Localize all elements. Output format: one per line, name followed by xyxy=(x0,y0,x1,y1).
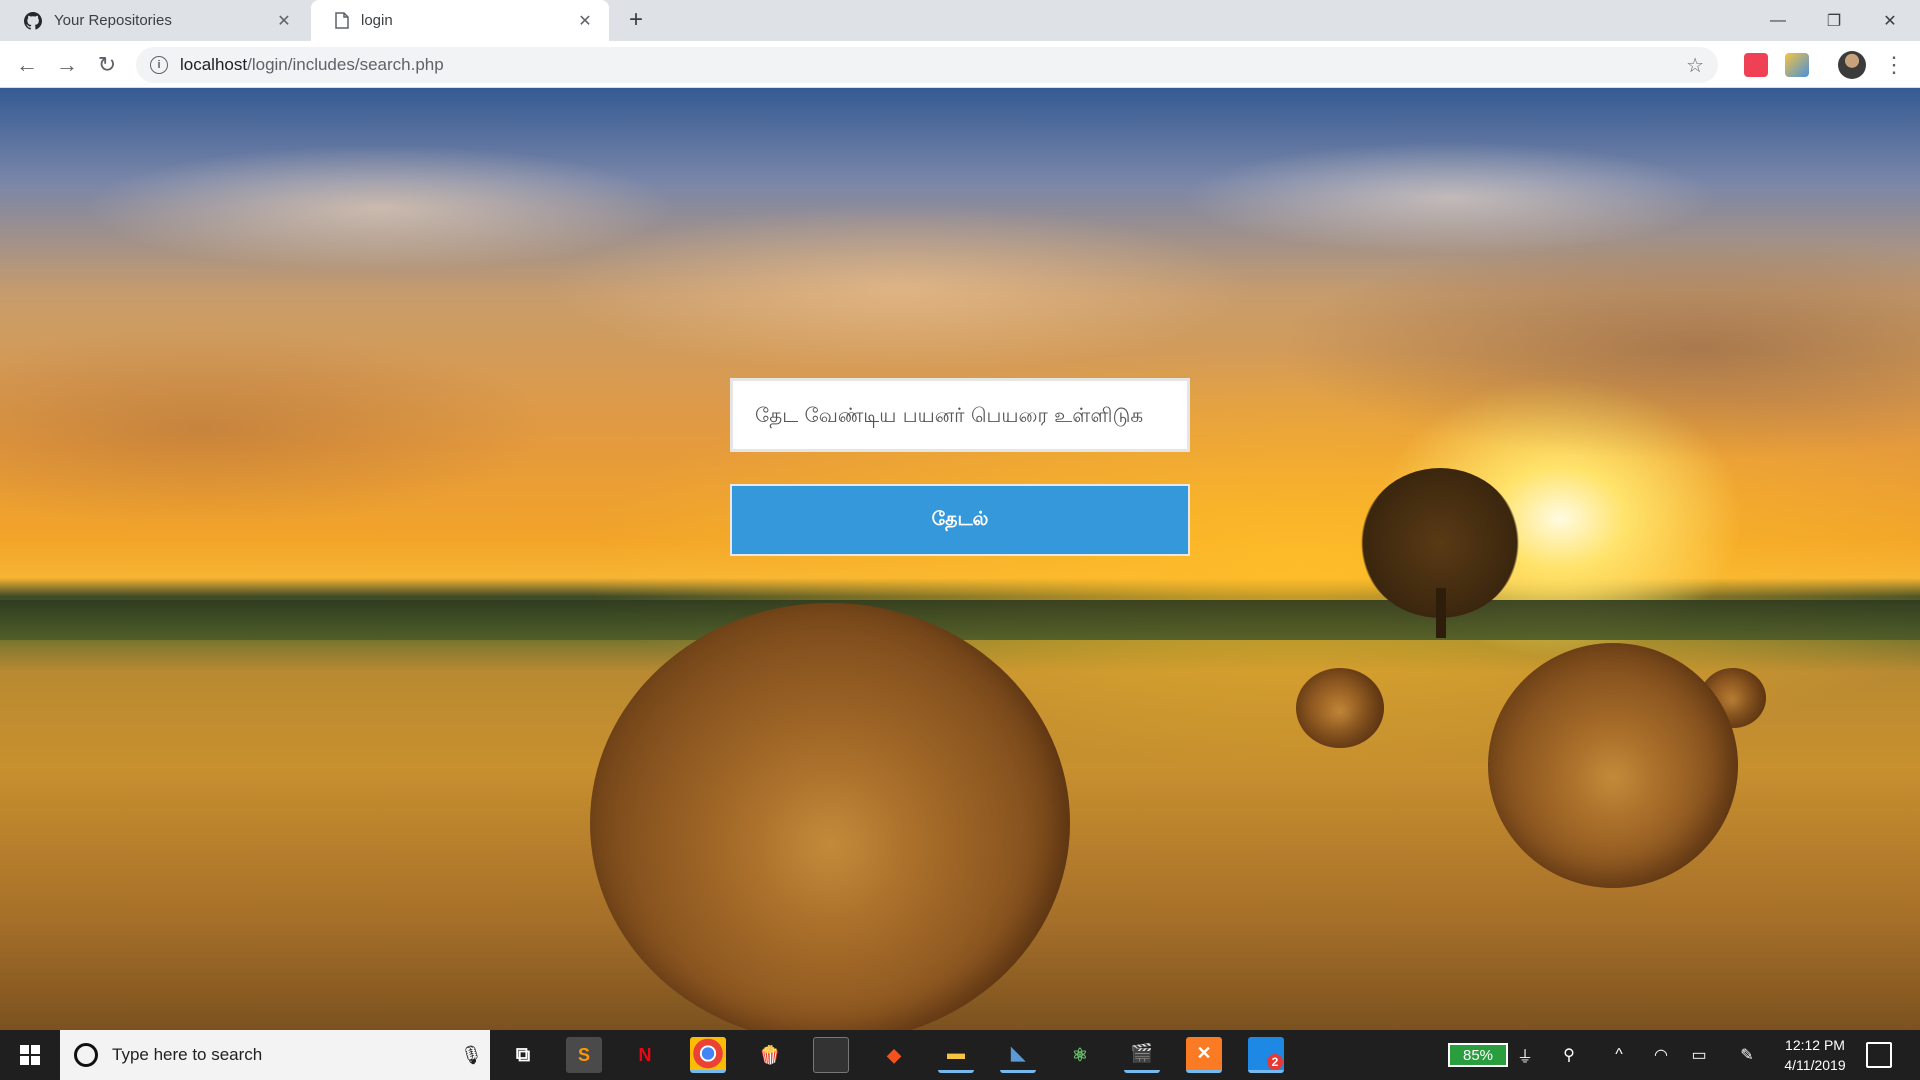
pocket-extension-icon[interactable] xyxy=(1744,53,1768,77)
page-icon xyxy=(335,12,349,29)
address-bar[interactable]: i localhost/login/includes/search.php ☆ xyxy=(136,47,1718,83)
pen-icon[interactable]: ✎ xyxy=(1734,1042,1760,1068)
popcorn-icon[interactable]: 🍿 xyxy=(752,1037,788,1073)
atom-icon[interactable]: ⚛ xyxy=(1062,1037,1098,1073)
bookmark-star-icon[interactable]: ☆ xyxy=(1686,53,1704,78)
site-info-icon[interactable]: i xyxy=(150,56,168,74)
close-tab-icon[interactable]: ✕ xyxy=(274,11,294,31)
chevron-up-icon[interactable]: ^ xyxy=(1606,1042,1632,1068)
tab-your-repositories[interactable]: Your Repositories ✕ xyxy=(0,0,308,41)
image-extension-icon[interactable] xyxy=(1785,53,1809,77)
windows-start-button[interactable] xyxy=(0,1030,60,1080)
taskbar: Type here to search 🎙 ⧉ S N 🍿 ◆ ▬ ◣ ⚛ 🎬 … xyxy=(0,1030,1920,1080)
netflix-icon[interactable]: N xyxy=(627,1037,663,1073)
minimize-window-icon[interactable]: — xyxy=(1750,0,1806,41)
tab-title: login xyxy=(361,12,393,29)
username-search-input[interactable] xyxy=(730,378,1190,452)
sublime-text-icon[interactable]: S xyxy=(566,1037,602,1073)
notification-center-icon[interactable] xyxy=(1866,1042,1892,1068)
task-view-icon[interactable]: ⧉ xyxy=(505,1037,541,1073)
browser-toolbar: ← → ↻ i localhost/login/includes/search.… xyxy=(0,41,1920,88)
back-arrow-icon[interactable]: ← xyxy=(12,50,42,80)
hay-bale xyxy=(590,603,1070,1030)
close-tab-icon[interactable]: ✕ xyxy=(575,11,595,31)
hay-bale xyxy=(1296,668,1384,748)
power-plug-icon: ⏚ xyxy=(1516,1049,1533,1066)
sunset-sky xyxy=(0,88,1920,648)
people-icon[interactable]: ⚲ xyxy=(1556,1042,1582,1068)
wifi-icon[interactable]: ◠ xyxy=(1648,1042,1674,1068)
treeline xyxy=(0,600,1920,640)
battery-icon[interactable]: ▭ xyxy=(1686,1042,1712,1068)
tree-trunk xyxy=(1436,588,1446,638)
tab-login[interactable]: login ✕ xyxy=(311,0,609,41)
hay-bale xyxy=(1488,643,1738,888)
new-tab-button[interactable]: + xyxy=(622,6,650,34)
tab-title: Your Repositories xyxy=(54,12,172,29)
forward-arrow-icon[interactable]: → xyxy=(52,50,82,80)
tab-strip: Your Repositories ✕ login ✕ + — ❐ ✕ xyxy=(0,0,1920,41)
reload-icon[interactable]: ↻ xyxy=(92,50,122,80)
battery-percentage[interactable]: 85% xyxy=(1448,1043,1508,1067)
search-button[interactable]: தேடல் xyxy=(730,484,1190,556)
bird-icon[interactable]: ◣ xyxy=(1000,1037,1036,1073)
microphone-icon[interactable]: 🎙 xyxy=(460,1045,490,1066)
search-form: தேடல் xyxy=(730,378,1190,556)
clock-date: 4/11/2019 xyxy=(1784,1057,1846,1073)
taskbar-search-placeholder: Type here to search xyxy=(112,1045,263,1064)
clapper-icon[interactable]: 🎬 xyxy=(1124,1037,1160,1073)
taskbar-search-box[interactable]: Type here to search 🎙 xyxy=(60,1030,490,1080)
cortana-icon xyxy=(74,1043,98,1067)
git-icon[interactable]: ◆ xyxy=(876,1037,912,1073)
github-icon xyxy=(24,11,42,30)
notification-badge: 2 xyxy=(1267,1053,1283,1070)
xampp-icon[interactable]: ✕ xyxy=(1186,1037,1222,1073)
terminal-icon[interactable] xyxy=(813,1037,849,1073)
browser-menu-icon[interactable]: ⋮ xyxy=(1880,51,1908,79)
url-text: localhost/login/includes/search.php xyxy=(180,55,444,74)
page-background: தேடல் xyxy=(0,88,1920,1030)
windows-logo-icon xyxy=(20,1045,40,1065)
whatsapp-icon[interactable]: 2 xyxy=(1248,1037,1284,1073)
close-window-icon[interactable]: ✕ xyxy=(1862,0,1918,41)
clock-time: 12:12 PM xyxy=(1785,1037,1845,1053)
profile-avatar[interactable] xyxy=(1838,51,1866,79)
chrome-icon[interactable] xyxy=(690,1037,726,1073)
file-explorer-icon[interactable]: ▬ xyxy=(938,1037,974,1073)
system-clock[interactable]: 12:12 PM 4/11/2019 xyxy=(1760,1035,1870,1075)
restore-window-icon[interactable]: ❐ xyxy=(1806,0,1862,41)
